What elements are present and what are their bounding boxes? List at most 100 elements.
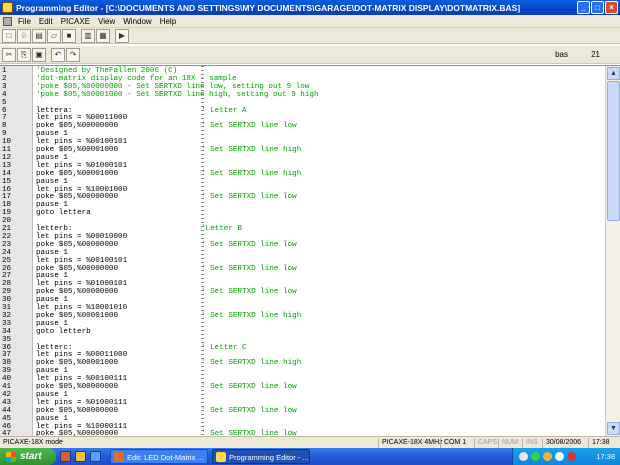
line-number: 38 [2, 359, 12, 368]
line-number: 34 [2, 327, 12, 336]
program-run-icon[interactable]: ▶ [115, 28, 129, 43]
menu-help[interactable]: Help [156, 17, 180, 26]
paste-icon[interactable]: ▣ [32, 47, 46, 62]
firefox-icon[interactable] [60, 451, 71, 462]
redo-icon[interactable]: ↷ [66, 47, 80, 62]
line-number: 40 [2, 375, 12, 384]
minimize-button[interactable]: _ [577, 1, 590, 14]
menu-file[interactable]: File [14, 17, 35, 26]
code-statement: poke $05,%00000000 [36, 193, 119, 202]
code-comment: ' Set SERTXD line low [201, 383, 297, 391]
code-statement: pause 1 [36, 319, 68, 328]
scroll-up-icon[interactable]: ▲ [607, 67, 620, 80]
vertical-scrollbar[interactable]: ▲ ▼ [605, 66, 620, 436]
scroll-down-icon[interactable]: ▼ [607, 422, 620, 435]
line-number: 29 [2, 288, 12, 297]
task-programming-editor[interactable]: Programming Editor - ... [212, 449, 310, 464]
window-title: Programming Editor - [C:\DOCUMENTS AND S… [16, 2, 521, 13]
line-number: 42 [2, 390, 12, 399]
status-date: 30/08/2006 [542, 438, 584, 448]
code-comment: 'poke $05,%00001000 - Set SERTXD line hi… [36, 90, 319, 99]
code-statement: let pins = %01000101 [36, 161, 128, 170]
code-editor[interactable]: 1 'Designed by TheFallen 2006 (C) 2 'dot-ma… [0, 65, 620, 436]
code-comment: ' Set SERTXD line high [201, 146, 302, 154]
status-caps: CAPS [474, 438, 500, 448]
line-number: 10 [2, 138, 12, 147]
line-number: 28 [2, 280, 12, 289]
line-number: 15 [2, 177, 12, 186]
main-toolbar: □ ♧ ▤ ▱ ■ ▥ ▦ ▶ [0, 28, 620, 44]
code-statement: poke $05,%00000000 [36, 406, 119, 415]
start-button[interactable]: start [0, 448, 56, 465]
explorer-icon[interactable] [75, 451, 86, 462]
code-statement: poke $05,%00000000 [36, 264, 119, 273]
open-icon[interactable]: ▱ [47, 28, 61, 43]
line-number: 24 [2, 248, 12, 257]
title-bar[interactable]: Programming Editor - [C:\DOCUMENTS AND S… [0, 0, 620, 15]
cut-icon[interactable]: ✂ [2, 47, 16, 62]
code-area[interactable]: 1 'Designed by TheFallen 2006 (C) 2 'dot-ma… [0, 66, 605, 436]
line-number: 4 [2, 90, 7, 99]
document-icon[interactable] [3, 16, 12, 26]
line-number: 9 [2, 130, 7, 139]
tray-app-icon[interactable] [555, 452, 564, 461]
code-comment: ' Set SERTXD line low [201, 122, 297, 131]
code-statement: pause 1 [36, 414, 68, 423]
code-comment: ' Set SERTXD line low [201, 240, 297, 249]
print-icon[interactable]: ▥ [81, 28, 95, 43]
tray-alert-icon[interactable] [567, 452, 576, 461]
line-number: 33 [2, 319, 12, 328]
browser-task-icon [114, 452, 124, 462]
code-statement: lettera: [36, 106, 73, 115]
task-label: Programming Editor - ... [229, 453, 309, 462]
line-number: 1 [2, 67, 7, 75]
copy-icon[interactable]: ⎘ [17, 47, 31, 62]
code-statement: let pins = %00100101 [36, 256, 128, 265]
undo-icon[interactable]: ↶ [51, 47, 65, 62]
menu-view[interactable]: View [94, 17, 119, 26]
print-preview-icon[interactable]: ▦ [96, 28, 110, 43]
maximize-button[interactable]: □ [591, 1, 604, 14]
new-basic-icon[interactable]: ▤ [32, 28, 46, 43]
code-statement: let pins = %00011000 [36, 351, 128, 360]
line-number: 43 [2, 398, 12, 407]
code-comment: ' Set SERTXD line low [201, 264, 297, 273]
menu-edit[interactable]: Edit [35, 17, 57, 26]
code-statement: let pins = %10001010 [36, 304, 128, 312]
task-label: Edit: LED Dot-Matrix ... [127, 453, 204, 462]
menu-window[interactable]: Window [119, 17, 155, 26]
line-number: 32 [2, 311, 12, 320]
app-icon[interactable] [2, 2, 13, 13]
code-statement: let pins = %01000101 [36, 280, 128, 289]
tray-volume-icon[interactable] [519, 452, 528, 461]
flowchart-icon[interactable]: ♧ [17, 28, 31, 43]
menu-picaxe[interactable]: PICAXE [57, 17, 94, 26]
line-number: 30 [2, 296, 12, 305]
code-statement: let pins = %10000111 [36, 422, 128, 431]
status-time: 17:38 [588, 438, 613, 448]
code-statement: poke $05,%00000000 [36, 122, 119, 131]
code-statement: let pins = %00100111 [36, 375, 128, 384]
save-icon[interactable]: ■ [62, 28, 76, 43]
code-statement: letterc: [36, 343, 73, 352]
new-file-icon[interactable]: □ [2, 28, 16, 43]
tray-security-icon[interactable] [543, 452, 552, 461]
scroll-thumb[interactable] [607, 81, 620, 221]
code-statement: pause 1 [36, 177, 68, 186]
line-number: 31 [2, 304, 12, 312]
code-statement: poke $05,%00001000 [36, 311, 119, 320]
status-num: NUM [498, 438, 521, 448]
line-number: 35 [2, 335, 12, 344]
start-label: start [20, 451, 42, 462]
code-statement: pause 1 [36, 296, 68, 305]
code-statement: pause 1 [36, 248, 68, 257]
tray-clock: 17:38 [596, 452, 615, 461]
close-button[interactable]: × [605, 1, 618, 14]
task-edit-led[interactable]: Edit: LED Dot-Matrix ... [110, 449, 208, 464]
code-statement: poke $05,%00001000 [36, 169, 119, 178]
line-number: 25 [2, 256, 12, 265]
desktop-icon[interactable] [90, 451, 101, 462]
line-number: 22 [2, 232, 12, 241]
line-number: 11 [2, 146, 12, 154]
tray-network-icon[interactable] [531, 452, 540, 461]
